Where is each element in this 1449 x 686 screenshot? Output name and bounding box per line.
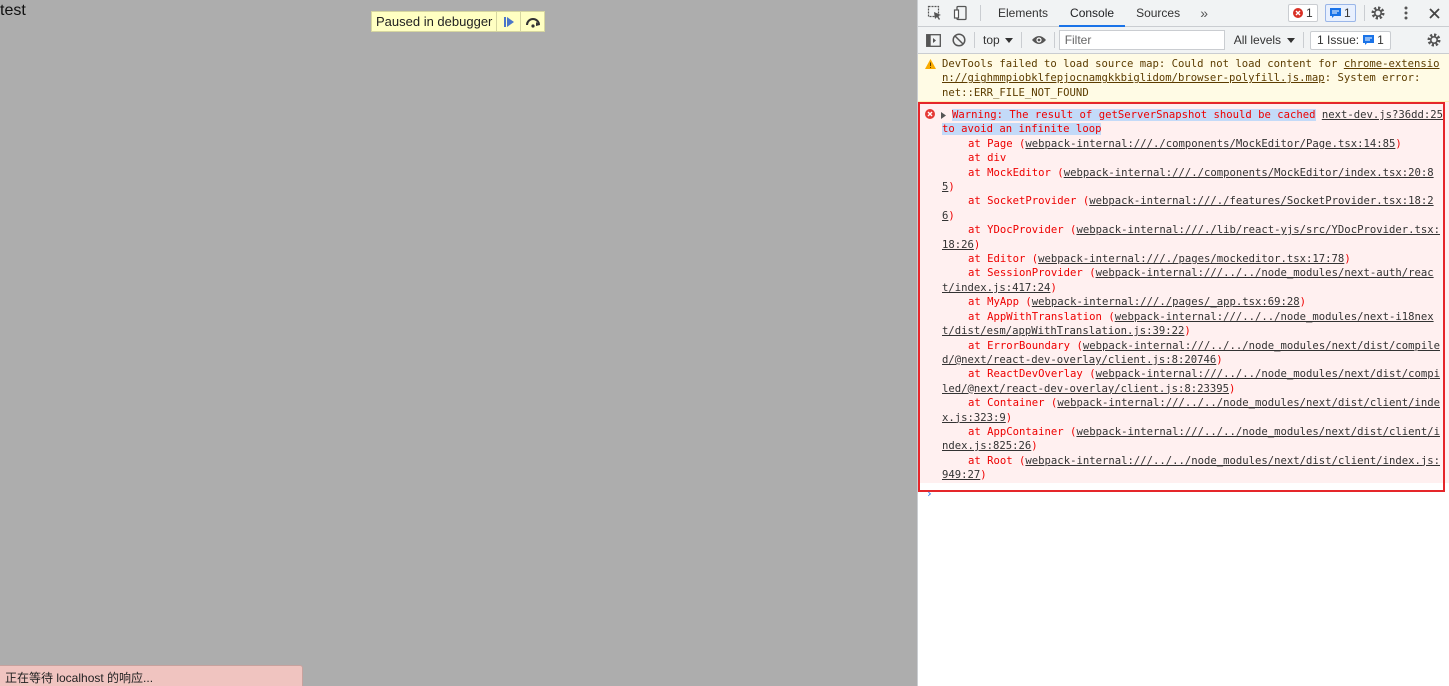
stack-frame: at AppWithTranslation (webpack-internal:…	[942, 310, 1434, 338]
page-text: test	[0, 2, 26, 19]
issues-button[interactable]: 1 Issue: 1	[1310, 30, 1391, 50]
inspect-element-icon[interactable]	[922, 0, 948, 26]
message-count: 1	[1344, 6, 1351, 20]
stack-frame-link[interactable]: webpack-internal:///./components/MockEdi…	[1025, 138, 1395, 150]
stack-frame-function: at ErrorBoundary	[968, 339, 1071, 352]
stack-frame: at MyApp (webpack-internal:///./pages/_a…	[968, 296, 1307, 309]
expand-triangle-icon[interactable]	[940, 112, 947, 119]
divider	[1053, 32, 1055, 48]
chevron-down-icon	[1287, 37, 1296, 43]
sidebar-toggle-icon[interactable]	[920, 27, 946, 53]
divider	[974, 32, 975, 48]
step-over-button[interactable]	[520, 12, 544, 31]
divider	[1303, 32, 1305, 48]
tab-sources[interactable]: Sources	[1125, 0, 1191, 27]
stack-frame-function: at Editor	[968, 253, 1026, 266]
stack-frame-function: at MockEditor	[968, 166, 1051, 179]
stack-frame-function: at MyApp	[968, 296, 1020, 309]
issues-count: 1	[1377, 33, 1384, 47]
status-bar: 正在等待 localhost 的响应...	[0, 665, 303, 686]
live-expression-eye-icon[interactable]	[1026, 27, 1052, 53]
stack-frame: at AppContainer (webpack-internal:///../…	[942, 425, 1440, 453]
stack-frame: at ErrorBoundary (webpack-internal:///..…	[942, 339, 1440, 366]
stack-frame-link[interactable]: webpack-internal:///./pages/mockeditor.t…	[1038, 253, 1344, 265]
resume-icon	[503, 16, 514, 27]
stack-frame-function: at SocketProvider	[968, 195, 1077, 208]
stack-frame-function: at Page	[968, 137, 1013, 150]
stack-frame: at Container (webpack-internal:///../../…	[942, 397, 1440, 424]
close-icon[interactable]	[1421, 0, 1447, 26]
stack-frame: at Root (webpack-internal:///../../node_…	[942, 454, 1440, 482]
step-over-icon	[525, 17, 540, 28]
stack-frame-function: at div	[968, 152, 1007, 165]
resume-button[interactable]	[496, 12, 520, 31]
devtools-tabbar: Elements Console Sources » 1 1	[918, 0, 1449, 27]
message-count-badge[interactable]: 1	[1325, 4, 1356, 22]
divider	[980, 5, 981, 21]
message-icon	[1330, 8, 1341, 18]
debugger-paused-bar: Paused in debugger	[371, 11, 546, 32]
stack-frame: at ReactDevOverlay (webpack-internal:///…	[942, 368, 1440, 395]
debugger-label: Paused in debugger	[376, 14, 493, 29]
console-output: DevTools failed to load source map: Coul…	[918, 54, 1449, 492]
warning-text: DevTools failed to load source map: Coul…	[942, 58, 1344, 70]
warning-icon	[925, 59, 936, 69]
stack-frame: at MockEditor (webpack-internal:///./com…	[942, 166, 1434, 194]
stack-frame: at Editor (webpack-internal:///./pages/m…	[968, 253, 1351, 266]
stack-frame: at YDocProvider (webpack-internal:///./l…	[942, 224, 1440, 251]
more-options-icon[interactable]	[1393, 0, 1419, 26]
console-toolbar: top All levels 1 Issue: 1	[918, 27, 1449, 54]
tab-elements[interactable]: Elements	[987, 0, 1059, 27]
chevron-down-icon	[1004, 37, 1013, 43]
settings-gear-icon[interactable]	[1365, 0, 1391, 26]
stack-frame: at SessionProvider (webpack-internal:///…	[942, 267, 1434, 294]
error-count: 1	[1306, 6, 1313, 20]
error-icon	[925, 109, 935, 119]
more-tabs-icon[interactable]: »	[1191, 0, 1217, 26]
console-warning-message: DevTools failed to load source map: Coul…	[918, 54, 1449, 102]
stack-frame-function: at ReactDevOverlay	[968, 368, 1083, 381]
stack-frame-function: at Container	[968, 397, 1045, 410]
stack-trace: at Page (webpack-internal:///./component…	[942, 137, 1443, 483]
console-prompt-caret[interactable]: ›	[926, 487, 933, 500]
issues-label: 1 Issue:	[1317, 33, 1360, 47]
clear-console-icon[interactable]	[946, 27, 972, 53]
stack-frame: at Page (webpack-internal:///./component…	[968, 137, 1402, 150]
issue-message-icon	[1363, 35, 1375, 45]
context-label: top	[983, 33, 1000, 47]
stack-frame: at div	[942, 151, 1443, 165]
page-viewport: test Paused in debugger 正在等待 localhost 的…	[0, 0, 917, 686]
console-settings-gear-icon[interactable]	[1421, 27, 1447, 53]
stack-frame-function: at AppWithTranslation	[968, 310, 1102, 323]
stack-frame-function: at AppContainer	[968, 425, 1064, 438]
console-error-message: next-dev.js?36dd:25 Warning: The result …	[918, 102, 1449, 483]
error-count-badge[interactable]: 1	[1288, 4, 1318, 22]
device-toolbar-icon[interactable]	[948, 0, 974, 26]
stack-frame-link[interactable]: webpack-internal:///./pages/_app.tsx:69:…	[1032, 296, 1300, 308]
log-levels-label: All levels	[1233, 33, 1282, 47]
stack-frame-function: at SessionProvider	[968, 267, 1083, 280]
filter-input[interactable]	[1058, 30, 1225, 50]
error-source-link[interactable]: next-dev.js?36dd:25	[1322, 108, 1443, 122]
stack-frame-link[interactable]: webpack-internal:///../../node_modules/n…	[942, 455, 1440, 481]
error-message-text: Warning: The result of getServerSnapshot…	[942, 109, 1316, 136]
devtools-panel: Elements Console Sources » 1 1 top Filte…	[917, 0, 1449, 686]
context-selector[interactable]: top	[979, 33, 1017, 47]
divider	[1020, 32, 1022, 48]
stack-frame-function: at YDocProvider	[968, 224, 1064, 237]
tab-console[interactable]: Console	[1059, 0, 1126, 27]
log-levels-dropdown[interactable]: All levels	[1233, 33, 1296, 47]
stack-frame-function: at Root	[968, 454, 1013, 467]
error-icon	[1293, 8, 1303, 18]
stack-frame: at SocketProvider (webpack-internal:///.…	[942, 195, 1434, 222]
